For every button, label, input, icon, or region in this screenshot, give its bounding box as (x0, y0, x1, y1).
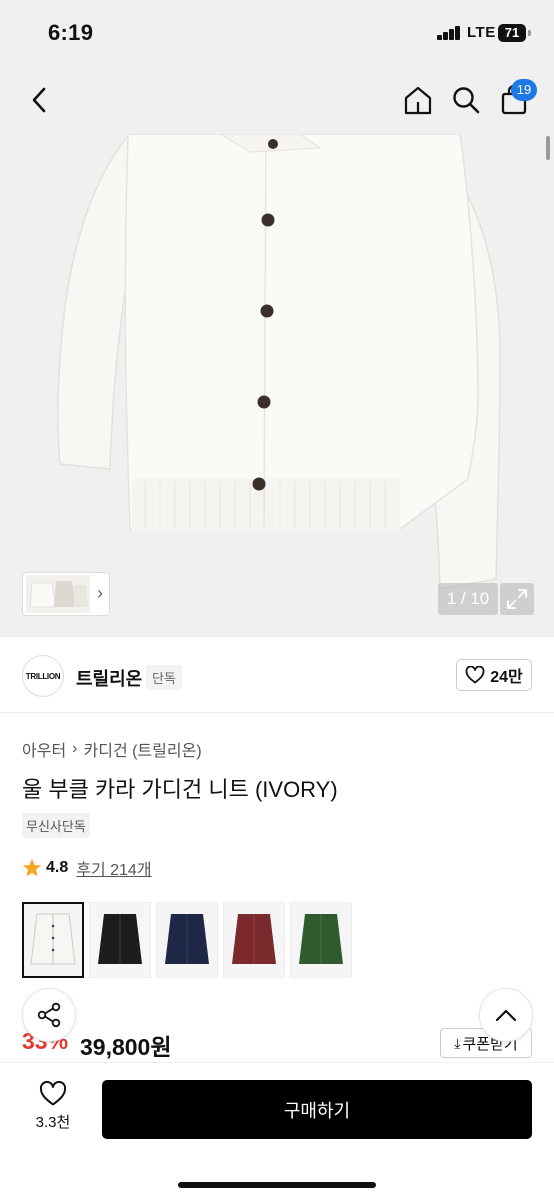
network-type: LTE (467, 24, 496, 41)
breadcrumb-item-cardigan[interactable]: 카디건 (트릴리온) (84, 737, 202, 761)
share-button[interactable] (22, 988, 76, 1042)
brand-logo[interactable]: TRILLION (22, 655, 64, 697)
status-bar: 6:19 LTE 71 (0, 0, 554, 66)
cardigan-thumbnail (165, 914, 209, 964)
chevron-left-icon (32, 87, 46, 113)
top-header (0, 66, 554, 134)
color-option-navy[interactable] (156, 902, 218, 978)
search-button[interactable] (448, 80, 484, 120)
cardigan-thumbnail (98, 914, 142, 964)
cart-count-badge: 19 (511, 79, 537, 101)
heart-icon (39, 1081, 67, 1106)
product-gallery: 6:19 LTE 71 19 › 1 / 10 (0, 0, 554, 637)
battery-icon: 71 (498, 24, 526, 42)
cardigan-thumbnail (232, 914, 276, 964)
exclusive-tag: 무신사단독 (22, 813, 90, 838)
star-icon (23, 859, 41, 877)
home-indicator (178, 1182, 376, 1188)
rating-value: 4.8 (46, 859, 69, 876)
brand-name[interactable]: 트릴리온 (76, 665, 142, 691)
wishlist-count: 3.3천 (35, 1114, 71, 1131)
color-option-ivory[interactable] (22, 902, 84, 978)
home-button[interactable] (400, 80, 436, 120)
search-icon (453, 87, 480, 114)
scroll-top-button[interactable] (479, 988, 533, 1042)
home-icon (404, 86, 432, 115)
expand-button[interactable] (500, 583, 534, 615)
download-icon: ⤓ (454, 1034, 461, 1051)
wishlist-button[interactable]: 3.3천 (22, 1081, 84, 1141)
product-image[interactable] (0, 134, 554, 637)
rating-row: 4.8 후기 214개 (22, 856, 152, 880)
back-button[interactable] (22, 80, 56, 120)
buy-button[interactable]: 구매하기 (102, 1080, 532, 1139)
breadcrumb-separator: › (72, 740, 78, 757)
sale-price: 39,800원 (80, 1034, 172, 1060)
thumbnail-strip[interactable]: › (22, 572, 110, 616)
chevron-up-icon (495, 1009, 517, 1022)
scroll-indicator (546, 136, 550, 160)
heart-icon (465, 666, 485, 684)
brand-like-button[interactable]: 24만 (456, 659, 532, 691)
bottom-action-bar: 3.3천 구매하기 (0, 1062, 554, 1200)
image-page-counter: 1 / 10 (438, 583, 498, 615)
battery-tip (528, 30, 531, 36)
breadcrumb: 아우터 › 카디건 (트릴리온) (22, 737, 202, 761)
signal-icon (437, 26, 463, 40)
like-count: 24만 (490, 669, 523, 686)
thumbnail-images (26, 575, 90, 613)
status-time: 6:19 (48, 20, 94, 45)
color-option-green[interactable] (290, 902, 352, 978)
cardigan-thumbnail (30, 913, 76, 965)
share-icon (37, 1002, 61, 1028)
chevron-right-icon: › (97, 583, 103, 603)
review-link[interactable]: 후기 214개 (76, 856, 151, 880)
cardigan-thumbnail (299, 914, 343, 964)
product-title: 울 부클 카라 가디건 니트 (IVORY) (22, 777, 338, 802)
breadcrumb-item-outer[interactable]: 아우터 (22, 737, 66, 761)
color-option-burgundy[interactable] (223, 902, 285, 978)
brand-row: TRILLION 트릴리온 단독 24만 (0, 637, 554, 713)
expand-icon (507, 589, 527, 609)
brand-exclusive-tag: 단독 (146, 665, 182, 690)
color-option-black[interactable] (89, 902, 151, 978)
color-options (22, 902, 352, 978)
